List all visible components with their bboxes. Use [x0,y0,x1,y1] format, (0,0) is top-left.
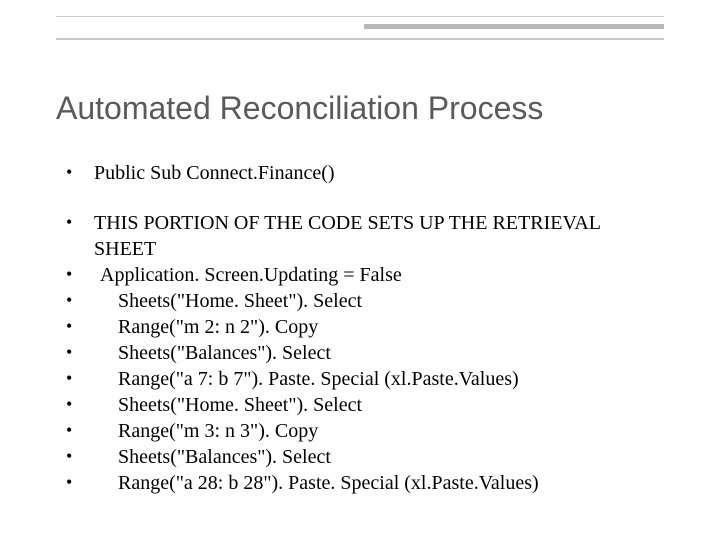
bullet-icon: • [66,340,94,365]
list-item-text: Range("m 3: n 3"). Copy [94,418,664,444]
spacer [66,186,664,210]
bullet-icon: • [66,418,94,443]
bullet-icon: • [66,288,94,313]
list-item-text: Sheets("Balances"). Select [94,340,664,366]
list-item-text: Application. Screen.Updating = False [94,262,664,288]
slide-content: • Public Sub Connect.Finance() • THIS PO… [66,160,664,496]
bullet-icon: • [66,366,94,391]
list-item: • Range("m 3: n 3"). Copy [66,418,664,444]
list-item-text: THIS PORTION OF THE CODE SETS UP THE RET… [94,210,664,262]
line-thick [364,24,664,29]
bullet-icon: • [66,470,94,495]
list-item-text: Sheets("Home. Sheet"). Select [94,392,664,418]
list-item: • Application. Screen.Updating = False [66,262,664,288]
list-item-text: Sheets("Balances"). Select [94,444,664,470]
list-item: • Range("a 28: b 28"). Paste. Special (x… [66,470,664,496]
list-item-text: Range("a 28: b 28"). Paste. Special (xl.… [94,470,664,496]
line-bottom [56,38,664,40]
line-thin [56,16,664,17]
slide-title: Automated Reconciliation Process [56,90,664,127]
bullet-icon: • [66,210,94,235]
bullet-icon: • [66,444,94,469]
bullet-icon: • [66,160,94,185]
decorative-lines [56,16,664,40]
list-item: • THIS PORTION OF THE CODE SETS UP THE R… [66,210,664,262]
bullet-icon: • [66,262,94,287]
list-item-text: Public Sub Connect.Finance() [94,160,664,186]
list-item: • Sheets("Balances"). Select [66,444,664,470]
list-item: • Range("a 7: b 7"). Paste. Special (xl.… [66,366,664,392]
list-item: • Range("m 2: n 2"). Copy [66,314,664,340]
bullet-icon: • [66,314,94,339]
bullet-icon: • [66,392,94,417]
list-item-text: Range("m 2: n 2"). Copy [94,314,664,340]
list-item: • Sheets("Balances"). Select [66,340,664,366]
list-item-text: Sheets("Home. Sheet"). Select [94,288,664,314]
list-item: • Sheets("Home. Sheet"). Select [66,392,664,418]
list-item: • Public Sub Connect.Finance() [66,160,664,186]
list-item-text: Range("a 7: b 7"). Paste. Special (xl.Pa… [94,366,664,392]
list-item: • Sheets("Home. Sheet"). Select [66,288,664,314]
